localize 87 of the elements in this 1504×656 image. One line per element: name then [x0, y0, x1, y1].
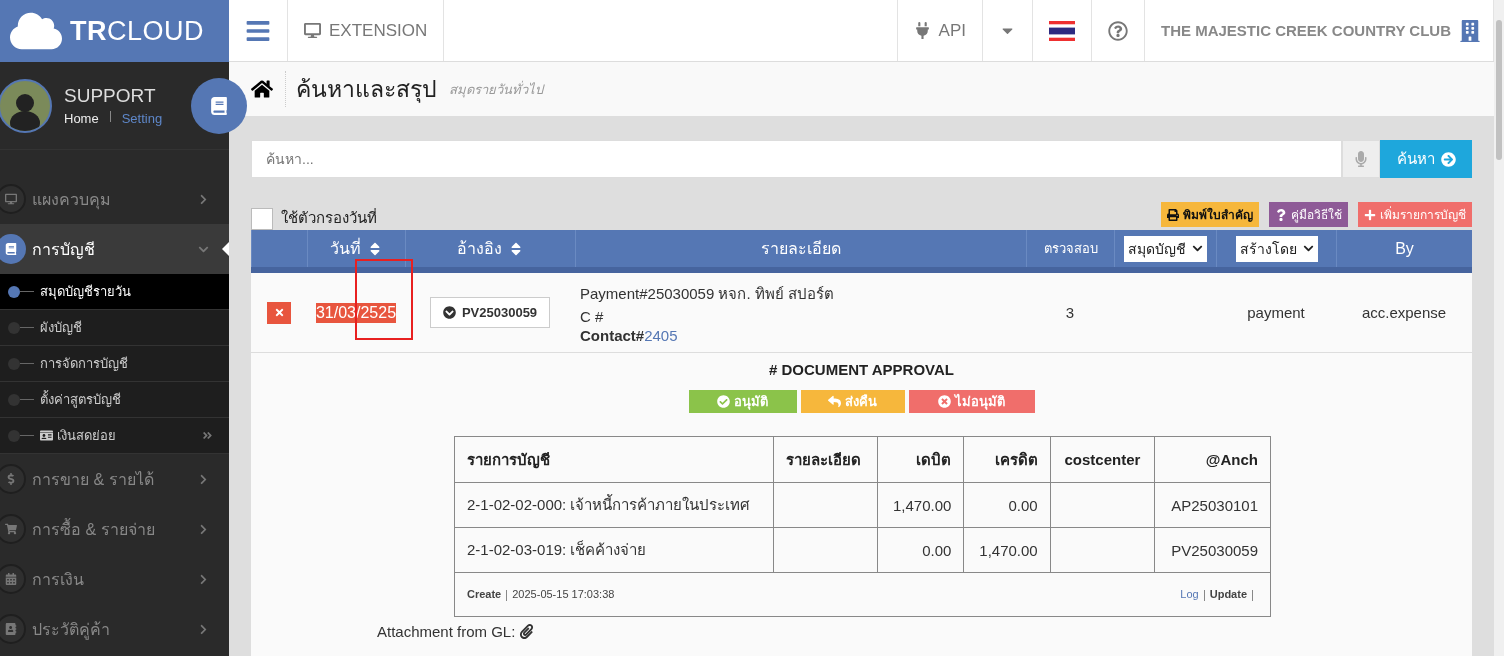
attachment-label: Attachment from GL:	[377, 623, 516, 640]
profile-link[interactable]: Setting	[121, 111, 163, 126]
reply-icon	[828, 395, 841, 408]
column-header: รายละเอียด	[773, 436, 878, 483]
approval-title: # DOCUMENT APPROVAL	[769, 361, 954, 378]
column-header[interactable]: อ้างอิง	[405, 230, 575, 267]
plug-icon	[913, 22, 931, 39]
reference-button[interactable]: PV25030059	[429, 297, 551, 328]
column-header[interactable]: สร้างโดย	[1216, 230, 1336, 267]
page-title: ค้นหาและสรุป	[285, 71, 437, 107]
plus-icon	[1364, 208, 1376, 221]
table-cell: AP25030101	[1154, 482, 1271, 528]
api-button[interactable]: API	[896, 0, 983, 61]
id-card-icon	[40, 429, 53, 442]
printer-icon	[1167, 208, 1179, 221]
column-header[interactable]: วันที่	[307, 230, 405, 267]
update-link[interactable]: Update	[1209, 588, 1247, 601]
column-header: เครดิต	[963, 436, 1051, 483]
sidebar-item[interactable]: การขาย & รายได้	[0, 454, 229, 504]
chevron-down-icon	[1192, 243, 1203, 254]
date-filter-label: ใช้ตัวกรองวันที่	[281, 207, 377, 228]
sidebar-subitem[interactable]: การจัดการบัญชี	[0, 346, 229, 382]
column-filter-select[interactable]: สร้างโดย	[1235, 235, 1318, 262]
building-icon	[1459, 19, 1481, 42]
table-cell-text: acc.expense	[1360, 303, 1448, 323]
profile-link[interactable]: Home	[64, 111, 99, 126]
sidebar-item[interactable]: การซื้อ & รายจ่าย	[0, 504, 229, 554]
book-icon	[0, 234, 26, 264]
chevron-icon	[198, 623, 209, 635]
contact-label: Contact#	[580, 326, 645, 344]
home-icon[interactable]	[251, 78, 273, 100]
detail-line: C #	[580, 307, 605, 325]
chevron-icon	[198, 193, 209, 205]
entry-date: 31/03/2525	[315, 302, 397, 323]
contact-link[interactable]: 2405	[644, 326, 678, 344]
reject-button[interactable]: ไม่อนุมัติ	[908, 390, 1035, 413]
column-header[interactable]: สมุดบัญชี	[1114, 230, 1216, 267]
sidebar-item[interactable]: แผงควบคุม	[0, 174, 229, 224]
table-cell: 2-1-02-02-000: เจ้าหนี้การค้าภายในประเทศ	[454, 482, 774, 528]
column-header: By	[1336, 230, 1472, 267]
double-chevron-icon	[202, 430, 213, 441]
chevron-down-icon	[1302, 243, 1314, 254]
table-cell: 1,470.00	[963, 527, 1051, 573]
sidebar-subitem[interactable]: ผังบัญชี	[0, 310, 229, 346]
create-label: Create	[467, 588, 502, 601]
page-subtitle: สมุดรายวันทั่วไป	[449, 79, 543, 100]
sidebar-subitem[interactable]: สมุดบัญชีรายวัน	[0, 274, 229, 310]
table-cell: 0.00	[877, 527, 964, 573]
sidebar-item[interactable]: การบัญชี	[0, 224, 229, 274]
close-icon	[273, 307, 285, 318]
chevron-icon	[198, 523, 209, 535]
chevron-icon	[198, 473, 209, 485]
column-header: ตรวจสอบ	[1026, 230, 1114, 267]
column-header: รายละเอียด	[575, 230, 1026, 267]
book-icon[interactable]	[191, 78, 247, 134]
print-button[interactable]: พิมพ์ใบสำคัญ	[1161, 202, 1259, 227]
log-link[interactable]: Log	[1180, 588, 1199, 601]
paperclip-icon[interactable]	[519, 624, 535, 639]
question-icon	[1275, 208, 1287, 221]
column-header: @Anch	[1154, 436, 1271, 483]
sidebar-subitem[interactable]: เงินสดย่อย	[0, 418, 229, 454]
table-cell: PV25030059	[1154, 527, 1271, 573]
search-button[interactable]: ค้นหา	[1380, 140, 1472, 178]
timestamp: 2025-05-15 17:03:38	[512, 588, 615, 601]
trcloud-logo[interactable]: TRCLOUD	[0, 0, 229, 62]
table-cell-text: 3	[1064, 303, 1076, 323]
delete-button[interactable]	[267, 301, 291, 324]
detail-line: Payment#25030059 หจก. ทิพย์ สปอร์ต	[580, 283, 835, 304]
sidebar-item[interactable]: ประวัติคู่ค้า	[0, 604, 229, 654]
user-name: SUPPORT	[64, 85, 157, 107]
sidebar-item[interactable]: การเงิน	[0, 554, 229, 604]
date-filter-checkbox[interactable]	[251, 208, 273, 230]
column-header: costcenter	[1050, 436, 1155, 483]
table-cell: 1,470.00	[877, 482, 964, 528]
search-field[interactable]: ค้นหา...	[251, 140, 1342, 178]
table-cell-text: payment	[1246, 303, 1306, 323]
column-header: รายการบัญชี	[454, 436, 774, 483]
column-header: เดบิต	[877, 436, 964, 483]
table-cell: 0.00	[963, 482, 1051, 528]
monitor-icon	[304, 22, 321, 39]
sidebar-subitem[interactable]: ตั้งค่าสูตรบัญชี	[0, 382, 229, 418]
help-button[interactable]: คู่มือวิธีใช้	[1269, 202, 1348, 227]
chevron-icon	[198, 573, 209, 585]
add-button[interactable]: เพิ่มรายการบัญชี	[1358, 202, 1472, 227]
table-cell: 2-1-02-03-019: เช็คค้างจ่าย	[454, 527, 774, 573]
extension-button[interactable]: EXTENSION	[288, 0, 445, 61]
column-filter-select[interactable]: สมุดบัญชี	[1124, 235, 1207, 262]
